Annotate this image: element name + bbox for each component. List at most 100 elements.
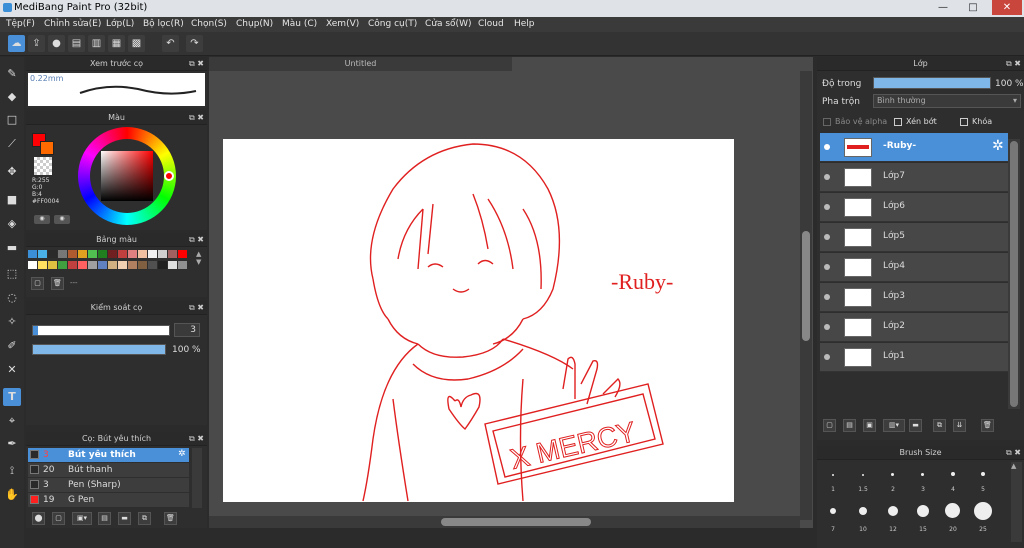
lock-checkbox[interactable]: [960, 118, 968, 126]
palette-swatch[interactable]: [38, 261, 47, 269]
select-pen-tool-icon[interactable]: ✐: [3, 337, 21, 355]
palette-swatch[interactable]: [148, 261, 157, 269]
menu-layer[interactable]: Lớp(L): [106, 19, 134, 29]
layer-row[interactable]: Lớp7: [820, 163, 1008, 192]
palette-swatch[interactable]: [128, 250, 137, 258]
palette-swatch[interactable]: [58, 250, 67, 258]
brush-copy-icon[interactable]: ▤: [98, 512, 111, 525]
layer-scroll-thumb[interactable]: [1010, 141, 1018, 407]
menu-capture[interactable]: Chụp(N): [236, 19, 273, 29]
brush-size-dot[interactable]: [830, 508, 836, 514]
maximize-icon[interactable]: □: [962, 0, 984, 15]
menu-file[interactable]: Tệp(F): [6, 19, 35, 29]
eye-icon[interactable]: [824, 144, 830, 150]
layer-folder-icon[interactable]: ▬: [909, 419, 922, 432]
palette-swatch[interactable]: [28, 261, 37, 269]
eye-icon[interactable]: [824, 264, 830, 270]
brush-size-dot[interactable]: [917, 505, 929, 517]
document-tab[interactable]: Untitled: [209, 57, 512, 71]
text-tool-icon[interactable]: T: [3, 388, 21, 406]
palette-swatch[interactable]: [178, 261, 187, 269]
clip-checkbox[interactable]: [894, 118, 902, 126]
brush-size-dot[interactable]: [891, 473, 894, 476]
move-tool-icon[interactable]: ✥: [3, 163, 21, 181]
palette-swatch[interactable]: [68, 250, 77, 258]
brush-item[interactable]: 20 Bút thanh: [28, 463, 189, 477]
layer-merge-icon[interactable]: ⇊: [953, 419, 966, 432]
document-icon[interactable]: ▥: [88, 35, 105, 52]
brush-new-icon[interactable]: ▢: [52, 512, 65, 525]
eye-icon[interactable]: [824, 174, 830, 180]
color-picker-icon[interactable]: ◉: [54, 215, 70, 224]
palette-swatch[interactable]: [58, 261, 67, 269]
lasso-tool-icon[interactable]: ◌: [3, 289, 21, 307]
palette-swatch[interactable]: [38, 250, 47, 258]
protect-alpha-checkbox[interactable]: [823, 118, 831, 126]
operation-tool-icon[interactable]: ⌖: [3, 412, 21, 430]
brush-item[interactable]: 3 Bút yêu thích ✲: [28, 448, 189, 462]
horizontal-scrollbar[interactable]: [209, 516, 800, 528]
brush-add-icon[interactable]: ⬤: [32, 512, 45, 525]
palette-swatch[interactable]: [98, 250, 107, 258]
palette-swatch[interactable]: [78, 261, 87, 269]
brush-size-dot[interactable]: [981, 472, 985, 476]
magic-wand-tool-icon[interactable]: ✧: [3, 313, 21, 331]
panel-controls-icon[interactable]: ⧉ ✖: [1006, 57, 1021, 71]
brush-duplicate-icon[interactable]: ⧉: [138, 512, 151, 525]
menu-window[interactable]: Cửa sổ(W): [425, 19, 471, 29]
blend-mode-select[interactable]: Bình thường ▾: [873, 94, 1021, 108]
layer-delete-icon[interactable]: 🗑: [981, 419, 994, 432]
menu-color[interactable]: Màu (C): [282, 19, 317, 29]
palette-swatch[interactable]: [78, 250, 87, 258]
redo-icon[interactable]: ↷: [186, 35, 203, 52]
color-option-icon[interactable]: ◉: [34, 215, 50, 224]
palette-swatch[interactable]: [168, 250, 177, 258]
transparent-color-swatch[interactable]: [34, 157, 52, 175]
fill-rect-tool-icon[interactable]: ■: [3, 191, 21, 209]
palette-swatch[interactable]: [108, 261, 117, 269]
palette-scroll[interactable]: ▲ ▼: [196, 250, 206, 272]
brush-size-value[interactable]: 3: [174, 323, 200, 337]
menu-tools[interactable]: Công cụ(T): [368, 19, 417, 29]
minimize-icon[interactable]: —: [932, 0, 954, 15]
layer-halftone-icon[interactable]: ▤: [843, 419, 856, 432]
undo-icon[interactable]: ↶: [162, 35, 179, 52]
menu-edit[interactable]: Chỉnh sửa(E): [44, 19, 101, 29]
message-icon[interactable]: ▤: [68, 35, 85, 52]
palette-new-icon[interactable]: ▢: [31, 277, 44, 290]
eye-icon[interactable]: [824, 354, 830, 360]
layer-row[interactable]: Lớp2: [820, 313, 1008, 342]
panel-controls-icon[interactable]: ⧉ ✖: [189, 111, 204, 125]
menu-select[interactable]: Chọn(S): [191, 19, 227, 29]
rectangle-tool-icon[interactable]: □: [3, 111, 21, 129]
horizontal-scroll-thumb[interactable]: [441, 518, 591, 526]
brush-delete-icon[interactable]: 🗑: [164, 512, 177, 525]
layer-row[interactable]: Lớp5: [820, 223, 1008, 252]
gear-icon[interactable]: ✲: [992, 138, 1004, 154]
eye-icon[interactable]: [824, 234, 830, 240]
palette-swatch[interactable]: [148, 250, 157, 258]
line-tool-icon[interactable]: ⟋: [3, 135, 21, 153]
palette-swatch[interactable]: [178, 250, 187, 258]
gradient-tool-icon[interactable]: ▬: [3, 239, 21, 257]
eyedropper-tool-icon[interactable]: ⟟: [3, 462, 21, 480]
menu-help[interactable]: Help: [514, 19, 535, 29]
brush-size-dot[interactable]: [921, 473, 924, 476]
blur-tool-icon[interactable]: ✒: [3, 435, 21, 453]
brush-size-dot[interactable]: [974, 502, 992, 520]
layer-add-menu-icon[interactable]: ▥▾: [883, 419, 905, 432]
layer-row[interactable]: -Ruby- ✲: [820, 133, 1008, 162]
vertical-scrollbar[interactable]: [800, 71, 812, 520]
panel-controls-icon[interactable]: ⧉ ✖: [189, 233, 204, 247]
grid-icon[interactable]: ▩: [128, 35, 145, 52]
palette-swatch[interactable]: [158, 261, 167, 269]
hand-tool-icon[interactable]: ✋: [3, 486, 21, 504]
eye-icon[interactable]: [824, 204, 830, 210]
palette-swatch[interactable]: [108, 250, 117, 258]
brush-size-scrollbar[interactable]: ▲: [1011, 462, 1022, 542]
brush-size-dot[interactable]: [945, 503, 960, 518]
palette-swatches[interactable]: [28, 250, 193, 272]
hue-handle[interactable]: [164, 171, 174, 181]
brush-import-icon[interactable]: ▣▾: [72, 512, 92, 525]
brush-size-dot[interactable]: [862, 474, 864, 476]
